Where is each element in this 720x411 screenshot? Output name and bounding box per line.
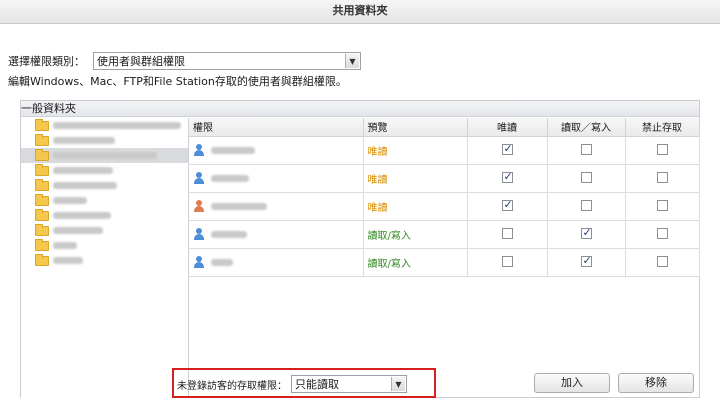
user-icon: [193, 172, 205, 184]
blurred-user-name: [211, 230, 247, 238]
folder-icon: [35, 118, 49, 131]
window-title: 共用資料夾: [0, 0, 720, 24]
permission-table: 權限 預覽 唯讀 讀取／寫入 禁止存取 唯讀 唯讀: [189, 118, 700, 277]
table-row[interactable]: 唯讀: [189, 164, 700, 193]
read-only-checkbox[interactable]: [501, 256, 513, 268]
folder-tree[interactable]: [21, 118, 189, 398]
blurred-folder-name: [53, 152, 157, 159]
top-band: [0, 24, 720, 38]
folder-icon: [35, 223, 49, 236]
blurred-folder-name: [53, 212, 111, 219]
header-read-only[interactable]: 唯讀: [467, 118, 548, 137]
folder-item[interactable]: [21, 208, 188, 223]
chevron-down-icon[interactable]: ▼: [391, 377, 405, 391]
preview-cell: 唯讀: [363, 136, 468, 165]
folder-item[interactable]: [21, 178, 188, 193]
blurred-folder-name: [53, 182, 117, 189]
header-deny[interactable]: 禁止存取: [625, 118, 700, 137]
folder-item[interactable]: [21, 118, 188, 133]
shared-folder-panel: 一般資料夾 權限 預覽 唯讀 讀取／寫入 禁止存取 唯讀 ✓ 唯讀 ✓ 唯讀 ✓…: [20, 100, 700, 398]
header-read-write[interactable]: 讀取／寫入: [547, 118, 626, 137]
folder-icon: [35, 193, 49, 206]
read-only-checkbox[interactable]: [501, 228, 513, 240]
folder-item[interactable]: [21, 253, 188, 268]
guest-access-row: 未登錄訪客的存取權限： 只能讀取 ▼: [177, 375, 407, 393]
folder-icon: [35, 253, 49, 266]
preview-cell: 讀取/寫入: [363, 220, 468, 249]
table-row[interactable]: 讀取/寫入: [189, 248, 700, 277]
header-preview[interactable]: 預覽: [363, 118, 468, 137]
read-write-checkbox[interactable]: [580, 200, 592, 212]
permission-type-select[interactable]: 使用者與群組權限 ▼: [93, 52, 361, 70]
blurred-folder-name: [53, 197, 87, 204]
read-only-checkbox[interactable]: [501, 198, 513, 212]
description-text: 編輯Windows、Mac、FTP和File Station存取的使用者與群組權…: [8, 75, 347, 88]
blurred-folder-name: [53, 227, 103, 234]
deny-checkbox[interactable]: [656, 172, 668, 184]
guest-access-highlight: 未登錄訪客的存取權限： 只能讀取 ▼: [172, 368, 436, 398]
blurred-user-name: [211, 146, 255, 154]
blurred-folder-name: [53, 242, 77, 249]
permission-type-value: 使用者與群組權限: [97, 55, 185, 68]
blurred-user-name: [211, 258, 233, 266]
read-only-checkbox[interactable]: [501, 142, 513, 156]
panel-title: 一般資料夾: [21, 101, 699, 117]
read-write-checkbox[interactable]: [580, 226, 592, 240]
folder-item-selected[interactable]: [21, 148, 188, 163]
table-header-row: 權限 預覽 唯讀 讀取／寫入 禁止存取: [189, 118, 700, 137]
user-icon: [193, 228, 205, 240]
folder-item[interactable]: [21, 223, 188, 238]
user-icon: [193, 256, 205, 268]
folder-icon: [35, 208, 49, 221]
folder-item[interactable]: [21, 238, 188, 253]
blurred-user-name: [211, 202, 267, 210]
folder-item[interactable]: [21, 133, 188, 148]
user-icon: [193, 144, 205, 156]
blurred-folder-name: [53, 137, 115, 144]
folder-icon: [35, 163, 49, 176]
deny-checkbox[interactable]: [656, 256, 668, 268]
preview-cell: 唯讀: [363, 192, 468, 221]
read-write-checkbox[interactable]: [580, 254, 592, 268]
table-row[interactable]: 讀取/寫入: [189, 220, 700, 249]
deny-checkbox[interactable]: [656, 200, 668, 212]
deny-checkbox[interactable]: [656, 144, 668, 156]
folder-icon: [35, 133, 49, 146]
read-only-checkbox[interactable]: [501, 170, 513, 184]
admin-user-icon: [193, 200, 205, 212]
permission-type-label: 選擇權限類別：: [8, 55, 85, 68]
table-row[interactable]: 唯讀: [189, 192, 700, 221]
blurred-folder-name: [53, 257, 83, 264]
deny-checkbox[interactable]: [656, 228, 668, 240]
folder-item[interactable]: [21, 163, 188, 178]
read-write-checkbox[interactable]: [580, 144, 592, 156]
blurred-folder-name: [53, 167, 113, 174]
folder-icon: [35, 178, 49, 191]
folder-item[interactable]: [21, 193, 188, 208]
folder-icon: [35, 238, 49, 251]
remove-button[interactable]: 移除: [618, 373, 694, 393]
blurred-user-name: [211, 174, 249, 182]
permission-grid: 權限 預覽 唯讀 讀取／寫入 禁止存取 唯讀 唯讀: [189, 118, 700, 377]
guest-access-select[interactable]: 只能讀取 ▼: [291, 375, 407, 393]
guest-access-value: 只能讀取: [295, 378, 339, 391]
read-write-checkbox[interactable]: [580, 172, 592, 184]
preview-cell: 唯讀: [363, 164, 468, 193]
guest-access-label: 未登錄訪客的存取權限：: [177, 380, 287, 392]
folder-icon: [35, 148, 49, 161]
permission-type-row: 選擇權限類別： 使用者與群組權限 ▼: [8, 52, 361, 70]
add-button[interactable]: 加入: [534, 373, 610, 393]
preview-cell: 讀取/寫入: [363, 248, 468, 277]
header-permission[interactable]: 權限: [189, 118, 364, 137]
table-row[interactable]: 唯讀: [189, 136, 700, 165]
blurred-folder-name: [53, 122, 181, 129]
chevron-down-icon[interactable]: ▼: [345, 54, 359, 68]
